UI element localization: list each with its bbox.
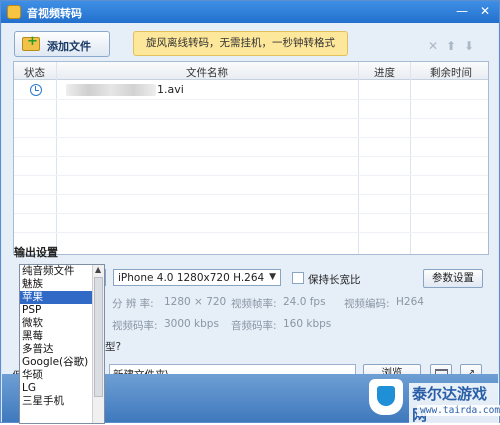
dropdown-option[interactable]: 纯音频文件 — [20, 265, 92, 278]
keep-aspect-label: 保持长宽比 — [308, 274, 361, 286]
list-tools: ✕ ⬆ ⬇ — [426, 39, 486, 53]
scroll-thumb[interactable] — [94, 277, 103, 397]
arrow-up-icon[interactable]: ⬆ — [444, 39, 458, 53]
dropdown-option[interactable]: 三星手机 — [20, 395, 92, 408]
row-divider — [14, 175, 488, 176]
dropdown-option[interactable]: PSP — [20, 304, 92, 317]
watermark-url: www.tairda.com — [417, 405, 500, 416]
resolution-value: 1280 × 720 — [164, 296, 227, 308]
format-hint[interactable]: 型? — [105, 339, 121, 354]
column-divider — [410, 62, 411, 254]
dropdown-option-selected[interactable]: 苹果 — [20, 291, 92, 304]
row-divider — [14, 137, 488, 138]
row-divider — [14, 232, 488, 233]
keep-aspect-checkbox[interactable] — [292, 272, 304, 284]
arrow-down-icon[interactable]: ⬇ — [462, 39, 476, 53]
video-bitrate-label: 视频码率: — [112, 320, 158, 332]
dropdown-option[interactable]: 魅族 — [20, 278, 92, 291]
minimize-button[interactable]: — — [453, 3, 471, 20]
clock-icon — [30, 84, 42, 96]
codec-label: 视频编码: — [344, 298, 390, 310]
row-divider — [14, 194, 488, 195]
row-divider — [14, 99, 488, 100]
audio-bitrate-label: 音频码率: — [231, 320, 277, 332]
blurred-filename — [66, 84, 156, 96]
chevron-down-icon: ▼ — [269, 272, 276, 282]
dropdown-option[interactable]: 黑莓 — [20, 330, 92, 343]
transcode-window: 音视频转码 — ✕ 添加文件 旋风离线转码，无需挂机，一秒钟转格式 ✕ ⬆ ⬇ 状态… — [0, 0, 500, 425]
shield-logo-icon — [369, 379, 403, 415]
device-selected-value: iPhone 4.0 1280x720 H.264 — [118, 272, 265, 284]
col-filename[interactable]: 文件名称 — [186, 65, 228, 80]
dropdown-option[interactable]: 华硕 — [20, 369, 92, 382]
param-settings-button[interactable]: 参数设置 — [423, 269, 483, 288]
add-file-label: 添加文件 — [47, 40, 91, 53]
file-table: 状态 文件名称 进度 剩余时间 1.avi — [13, 61, 489, 255]
close-window-button[interactable]: ✕ — [476, 3, 494, 20]
format-dropdown-list[interactable]: 纯音频文件 魅族 苹果 PSP 微软 黑莓 多普达 Google(谷歌) 华硕 … — [19, 264, 105, 424]
row-divider — [14, 156, 488, 157]
col-status[interactable]: 状态 — [24, 65, 45, 80]
dropdown-option[interactable]: Google(谷歌) — [20, 356, 92, 369]
audio-bitrate-value: 160 kbps — [283, 318, 332, 330]
scroll-up-icon[interactable]: ▲ — [95, 265, 101, 274]
column-divider — [358, 62, 359, 254]
watermark-brand: 泰尔达游戏网 — [409, 383, 499, 425]
framerate-value: 24.0 fps — [283, 296, 326, 308]
dropdown-option[interactable]: 多普达 — [20, 343, 92, 356]
framerate-label: 视频帧率: — [231, 298, 277, 310]
dropdown-option[interactable]: 微软 — [20, 317, 92, 330]
row-divider — [14, 118, 488, 119]
device-select[interactable]: iPhone 4.0 1280x720 H.264 ▼ — [113, 269, 281, 286]
window-title: 音视频转码 — [27, 7, 82, 20]
add-file-button[interactable]: 添加文件 — [14, 31, 110, 57]
col-progress[interactable]: 进度 — [374, 65, 395, 80]
resolution-label: 分 辨 率: — [112, 298, 154, 310]
site-watermark: 泰尔达游戏网 www.tairda.com — [359, 377, 500, 425]
app-icon — [7, 5, 21, 19]
col-remaining[interactable]: 剩余时间 — [430, 65, 472, 80]
column-divider — [56, 62, 57, 254]
add-folder-icon — [22, 34, 40, 51]
row-divider — [14, 213, 488, 214]
codec-value: H264 — [396, 296, 424, 308]
dropdown-scrollbar[interactable]: ▲ — [92, 265, 104, 423]
offline-transcode-banner[interactable]: 旋风离线转码，无需挂机，一秒钟转格式 — [133, 31, 348, 56]
filename-cell: 1.avi — [157, 83, 184, 96]
video-bitrate-value: 3000 kbps — [164, 318, 219, 330]
output-settings-label: 输出设置 — [14, 246, 58, 259]
title-bar[interactable]: 音视频转码 — ✕ — [1, 1, 499, 23]
dropdown-option[interactable]: LG — [20, 382, 92, 395]
close-icon[interactable]: ✕ — [426, 39, 440, 53]
table-header: 状态 文件名称 进度 剩余时间 — [14, 62, 488, 80]
